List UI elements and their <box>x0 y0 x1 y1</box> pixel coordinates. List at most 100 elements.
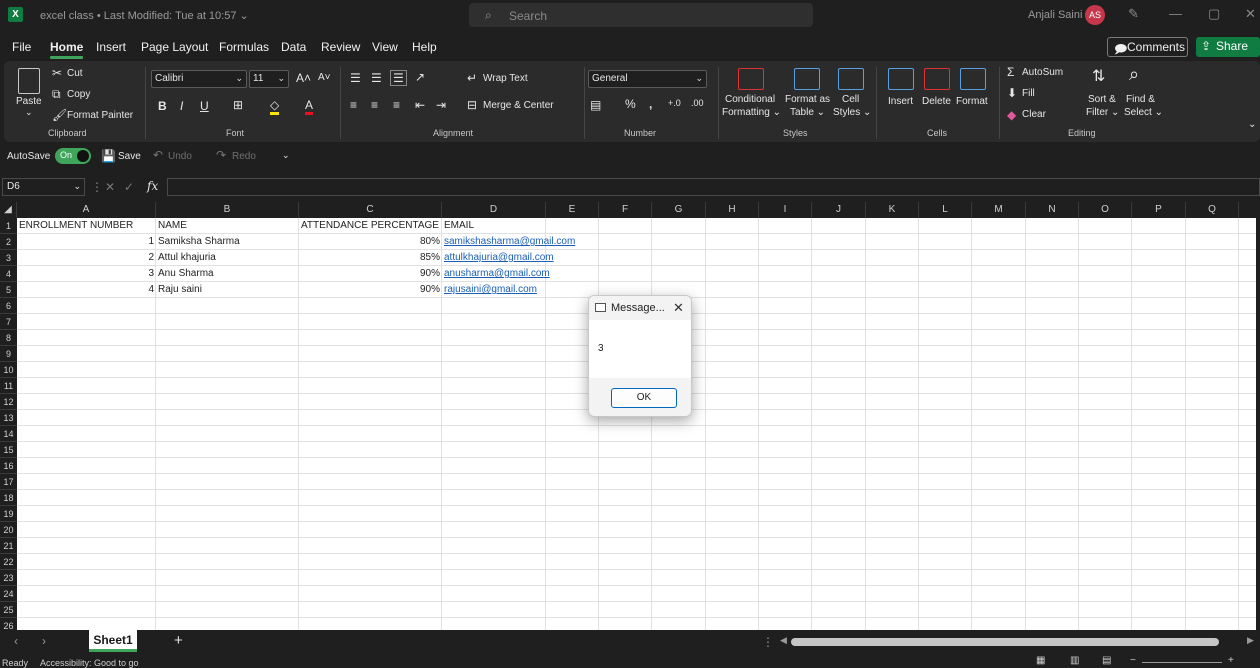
zoom-in-icon[interactable]: + <box>1228 655 1234 666</box>
formula-input[interactable] <box>167 178 1260 196</box>
redo-button[interactable]: Redo <box>232 151 256 162</box>
row-header-8[interactable]: 8 <box>0 330 17 346</box>
select-all-corner[interactable]: ◢ <box>0 202 17 218</box>
fill-button[interactable]: Fill <box>1022 88 1035 99</box>
search-box[interactable]: ⌕ Search <box>469 3 813 27</box>
cell-enrollment[interactable]: 1 <box>17 234 154 250</box>
close-icon[interactable]: ✕ <box>673 300 684 316</box>
orientation-icon[interactable]: ↗ <box>415 70 425 84</box>
menu-insert[interactable]: Insert <box>96 40 126 54</box>
underline-icon[interactable]: U <box>200 99 209 113</box>
zoom-out-icon[interactable]: − <box>1130 655 1136 666</box>
ok-button[interactable]: OK <box>611 388 677 408</box>
close-window-icon[interactable]: ✕ <box>1245 6 1256 22</box>
bold-icon[interactable]: B <box>158 99 167 113</box>
menu-view[interactable]: View <box>372 40 398 54</box>
cell-attendance[interactable]: 90% <box>299 282 440 298</box>
find-select-line2[interactable]: Select ⌄ <box>1124 107 1163 118</box>
cell-name[interactable]: Attul khajuria <box>158 250 216 266</box>
cut-button[interactable]: Cut <box>67 68 83 79</box>
align-top-icon[interactable]: ☰ <box>350 71 361 85</box>
column-header-a[interactable]: A <box>17 202 156 218</box>
paste-button[interactable]: Paste <box>16 96 42 107</box>
format-cells-button[interactable]: Format <box>956 96 988 107</box>
name-box[interactable]: D6 ⌄ <box>2 178 85 196</box>
row-header-26[interactable]: 26 <box>0 618 17 630</box>
row-header-19[interactable]: 19 <box>0 506 17 522</box>
format-painter-button[interactable]: Format Painter <box>67 110 133 121</box>
autosave-toggle[interactable]: On <box>55 148 91 164</box>
row-header-21[interactable]: 21 <box>0 538 17 554</box>
sort-filter-line2[interactable]: Filter ⌄ <box>1086 107 1119 118</box>
row-header-14[interactable]: 14 <box>0 426 17 442</box>
font-size-select[interactable]: 11 ⌄ <box>249 70 289 88</box>
delete-cells-button[interactable]: Delete <box>922 96 951 107</box>
cell-attendance[interactable]: 80% <box>299 234 440 250</box>
clear-button[interactable]: Clear <box>1022 109 1046 120</box>
minimize-icon[interactable]: — <box>1169 6 1182 21</box>
cell-d1[interactable]: EMAIL <box>444 218 474 234</box>
row-header-23[interactable]: 23 <box>0 570 17 586</box>
row-header-5[interactable]: 5 <box>0 282 17 298</box>
merge-center-button[interactable]: Merge & Center <box>483 100 554 111</box>
row-header-11[interactable]: 11 <box>0 378 17 394</box>
menu-home[interactable]: Home <box>50 40 84 59</box>
fill-color-icon[interactable]: ◇ <box>270 98 280 115</box>
cell-email-link[interactable]: anusharma@gmail.com <box>444 266 550 282</box>
increase-indent-icon[interactable]: ⇥ <box>436 98 446 112</box>
insert-function-icon[interactable]: fx <box>147 179 158 193</box>
row-header-10[interactable]: 10 <box>0 362 17 378</box>
cell-name[interactable]: Anu Sharma <box>158 266 214 282</box>
normal-view-icon[interactable]: ▦ <box>1036 655 1045 666</box>
column-header-p[interactable]: P <box>1132 202 1186 218</box>
column-header-b[interactable]: B <box>156 202 299 218</box>
conditional-formatting-line1[interactable]: Conditional <box>725 94 775 105</box>
insert-cells-button[interactable]: Insert <box>888 96 913 107</box>
copy-button[interactable]: Copy <box>67 89 90 100</box>
align-center-icon[interactable]: ≡ <box>371 98 378 112</box>
save-button[interactable]: Save <box>118 151 141 162</box>
menu-page-layout[interactable]: Page Layout <box>141 40 208 54</box>
row-header-1[interactable]: 1 <box>0 218 17 234</box>
cell-attendance[interactable]: 85% <box>299 250 440 266</box>
format-as-table-line1[interactable]: Format as <box>785 94 830 105</box>
cell-email-link[interactable]: rajusaini@gmail.com <box>444 282 537 298</box>
column-header-d[interactable]: D <box>442 202 546 218</box>
customize-qat-icon[interactable]: ⌄ <box>282 150 290 161</box>
increase-decimal-icon[interactable]: +.0 <box>668 98 681 108</box>
comma-icon[interactable]: , <box>649 97 652 111</box>
cell-styles-line1[interactable]: Cell <box>842 94 859 105</box>
column-header-m[interactable]: M <box>972 202 1026 218</box>
row-header-4[interactable]: 4 <box>0 266 17 282</box>
align-left-icon[interactable]: ≡ <box>350 98 357 112</box>
column-header-e[interactable]: E <box>546 202 599 218</box>
grow-font-icon[interactable]: A˄ <box>296 71 311 85</box>
cell-name[interactable]: Samiksha Sharma <box>158 234 240 250</box>
avatar[interactable]: AS <box>1085 5 1105 25</box>
decrease-decimal-icon[interactable]: .00 <box>691 98 704 108</box>
restore-icon[interactable]: ▢ <box>1208 6 1220 22</box>
row-header-13[interactable]: 13 <box>0 410 17 426</box>
cell-b1[interactable]: NAME <box>158 218 187 234</box>
cell-a1[interactable]: ENROLLMENT NUMBER <box>19 218 133 234</box>
column-header-k[interactable]: K <box>866 202 919 218</box>
scroll-right-icon[interactable]: ▶ <box>1247 635 1254 646</box>
row-header-22[interactable]: 22 <box>0 554 17 570</box>
cell-c1[interactable]: ATTENDANCE PERCENTAGE <box>301 218 439 234</box>
cancel-icon[interactable]: ✕ <box>105 180 115 194</box>
cell-email-link[interactable]: samikshasharma@gmail.com <box>444 234 575 250</box>
row-header-3[interactable]: 3 <box>0 250 17 266</box>
accounting-icon[interactable]: ▤ <box>590 98 601 112</box>
row-header-2[interactable]: 2 <box>0 234 17 250</box>
column-header-q[interactable]: Q <box>1186 202 1239 218</box>
page-layout-view-icon[interactable]: ▥ <box>1070 655 1079 666</box>
cell-styles-line2[interactable]: Styles ⌄ <box>833 107 871 118</box>
column-header-n[interactable]: N <box>1026 202 1079 218</box>
align-right-icon[interactable]: ≡ <box>393 98 400 112</box>
column-header-l[interactable]: L <box>919 202 972 218</box>
row-header-9[interactable]: 9 <box>0 346 17 362</box>
more-options-icon[interactable]: ⋮ <box>762 635 774 649</box>
borders-icon[interactable]: ⊞ <box>233 98 243 112</box>
font-name-select[interactable]: Calibri ⌄ <box>151 70 247 88</box>
decrease-indent-icon[interactable]: ⇤ <box>415 98 425 112</box>
